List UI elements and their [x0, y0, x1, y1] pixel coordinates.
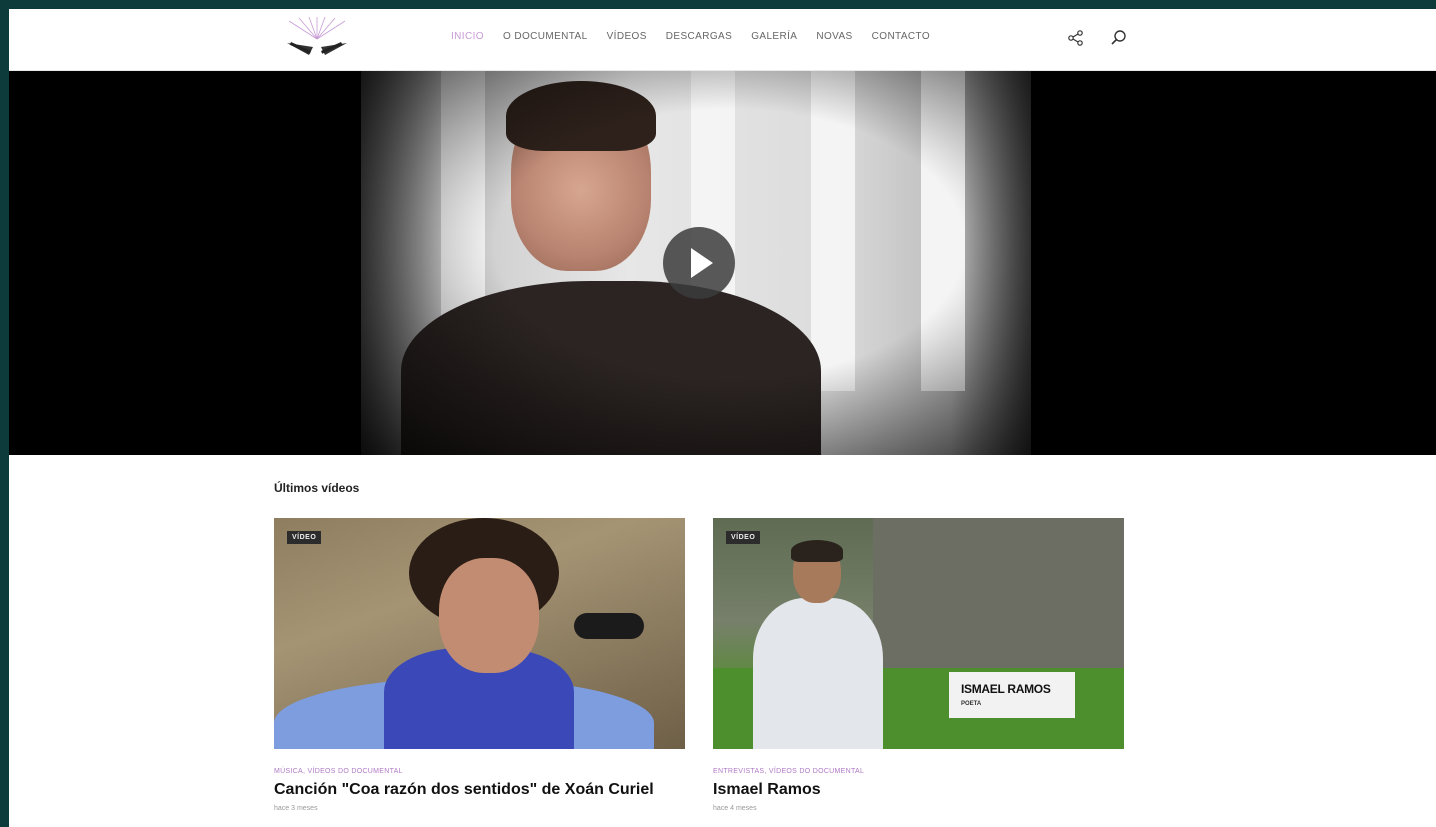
- video-categories[interactable]: MÚSICA, VÍDEOS DO DOCUMENTAL: [274, 768, 685, 775]
- main-nav: INICIO O DOCUMENTAL VÍDEOS DESCARGAS GAL…: [451, 31, 949, 42]
- video-card[interactable]: VÍDEO MÚSICA, VÍDEOS DO DOCUMENTAL Canci…: [274, 518, 685, 812]
- lower-third-name: ISMAEL RAMOS: [961, 682, 1051, 696]
- site-logo[interactable]: [279, 17, 355, 61]
- browser-window: INICIO O DOCUMENTAL VÍDEOS DESCARGAS GAL…: [9, 9, 1436, 827]
- video-card[interactable]: ISMAEL RAMOS POETA VÍDEO ENTREVISTAS, VÍ…: [713, 518, 1124, 812]
- nav-novas[interactable]: NOVAS: [816, 31, 852, 42]
- site-header: INICIO O DOCUMENTAL VÍDEOS DESCARGAS GAL…: [9, 9, 1436, 71]
- video-categories[interactable]: ENTREVISTAS, VÍDEOS DO DOCUMENTAL: [713, 768, 1124, 775]
- thumb-face: [439, 558, 539, 673]
- nav-contacto[interactable]: CONTACTO: [872, 31, 930, 42]
- share-icon[interactable]: [1067, 29, 1085, 47]
- video-badge: VÍDEO: [287, 531, 322, 544]
- thumb-person-hair: [791, 540, 843, 562]
- nav-o-documental[interactable]: O DOCUMENTAL: [503, 31, 588, 42]
- video-badge: VÍDEO: [726, 531, 761, 544]
- lower-third: ISMAEL RAMOS POETA: [949, 672, 1075, 718]
- thumb-person-body: [753, 598, 883, 749]
- video-date: hace 3 meses: [274, 805, 318, 812]
- nav-videos[interactable]: VÍDEOS: [607, 31, 647, 42]
- search-icon[interactable]: [1110, 29, 1128, 47]
- stone-wall: [873, 518, 1124, 668]
- nav-galeria[interactable]: GALERÍA: [751, 31, 797, 42]
- video-thumbnail[interactable]: ISMAEL RAMOS POETA VÍDEO: [713, 518, 1124, 749]
- hero-video[interactable]: [9, 71, 1436, 455]
- video-title[interactable]: Canción "Coa razón dos sentidos" de Xoán…: [274, 781, 685, 799]
- microphone: [574, 613, 644, 639]
- video-thumbnail[interactable]: VÍDEO: [274, 518, 685, 749]
- nav-descargas[interactable]: DESCARGAS: [666, 31, 732, 42]
- video-date: hace 4 meses: [713, 805, 757, 812]
- lower-third-role: POETA: [961, 701, 982, 707]
- latest-videos-title: Últimos vídeos: [274, 481, 360, 495]
- play-icon[interactable]: [663, 227, 735, 299]
- video-title[interactable]: Ismael Ramos: [713, 781, 1124, 799]
- nav-inicio[interactable]: INICIO: [451, 31, 484, 42]
